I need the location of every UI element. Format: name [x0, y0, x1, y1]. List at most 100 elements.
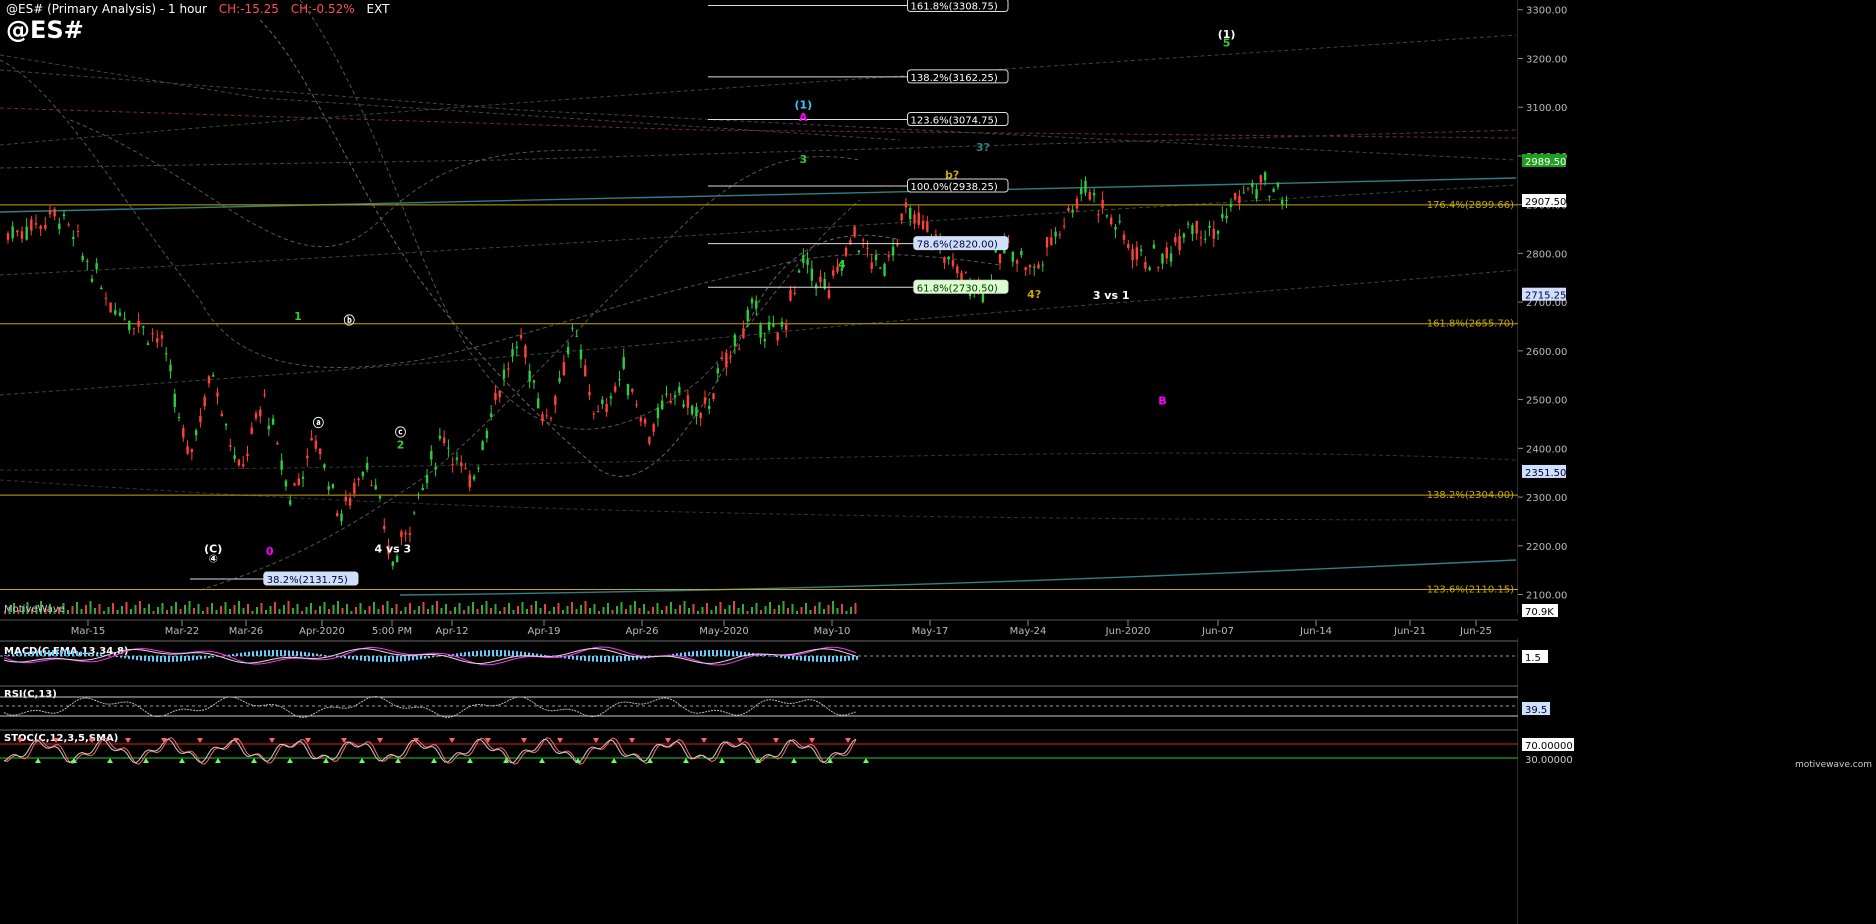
rsi-title: RSI(C,13) [4, 689, 57, 700]
volume-bar [193, 608, 195, 614]
candle-body [348, 497, 352, 506]
volume-bar [94, 608, 96, 614]
candle-body [656, 407, 660, 419]
time-tick-label: Jun-07 [1201, 626, 1234, 637]
macd-histogram-bar [436, 656, 438, 657]
volume-bar [89, 601, 92, 614]
candle-body [6, 233, 10, 240]
volume-bar [409, 603, 411, 614]
candle-body [263, 394, 266, 396]
macd-histogram-bar [720, 650, 722, 656]
macd-histogram-bar [92, 653, 94, 656]
macd-histogram-bar [388, 656, 390, 662]
volume-bar [427, 609, 429, 614]
stoc-buy-marker [683, 758, 689, 763]
volume-bar [697, 611, 699, 614]
candle-body [207, 376, 211, 384]
volume-bar [332, 605, 335, 614]
candle-body [926, 221, 929, 232]
candle-body [146, 343, 150, 345]
stoc-sell-marker [629, 738, 635, 743]
volume-bar [283, 605, 285, 614]
volume-bar [157, 607, 159, 614]
volume-bar [674, 609, 677, 614]
candle-body [1127, 244, 1130, 248]
candle-body [776, 332, 779, 341]
macd-histogram-bar [16, 653, 18, 656]
candle-body [1024, 267, 1027, 271]
candle-body [998, 253, 1002, 264]
volume-bar [571, 602, 573, 614]
candle-body [430, 451, 433, 460]
candle-body [142, 326, 145, 328]
volume-bar [841, 604, 843, 614]
candle-body [44, 224, 47, 229]
candle-body [1233, 192, 1237, 200]
macd-histogram-bar [696, 650, 698, 656]
volume-bar [422, 602, 425, 614]
stoc-sell-marker [809, 738, 815, 743]
volume-bar [827, 605, 830, 614]
macd-histogram-bar [608, 656, 610, 662]
candle-body [524, 345, 527, 358]
candle-body [199, 415, 202, 423]
macd-histogram-bar [704, 650, 706, 656]
candle-body [100, 287, 103, 290]
macd-histogram-bar [468, 651, 470, 656]
volume-bar [76, 602, 78, 614]
rsi-line [3, 695, 857, 718]
candle-body [297, 478, 300, 486]
volume-bar [467, 606, 470, 614]
wave-label-13: ⓒ [395, 425, 406, 439]
candle-body [622, 357, 625, 369]
candle-body [519, 335, 523, 339]
volume-bar [517, 606, 519, 614]
candle-body [447, 447, 450, 449]
candle-body [293, 483, 296, 486]
candle-body [451, 463, 454, 465]
volume-bar [359, 603, 362, 614]
stoc-sell-marker [197, 738, 203, 743]
candle-body [1118, 220, 1121, 222]
candle-body [1229, 203, 1233, 208]
macd-histogram-bar [412, 656, 414, 661]
time-tick-label: Mar-26 [229, 626, 264, 637]
volume-bar [287, 601, 290, 614]
price-tick-label: 2400.00 [1526, 444, 1567, 455]
chart-canvas[interactable]: $TOCKaves™ 176.4%(2899.66)161.8%(2655.70… [0, 0, 1876, 924]
price-axis[interactable]: 2100.00 2200.00 2300.00 2400.00 2500.00 2600.… [1518, 0, 1876, 924]
volume-badge-text: 70.9K [1525, 607, 1554, 618]
volume-bar [656, 603, 659, 614]
time-tick-label: Jun-2020 [1105, 626, 1151, 637]
macd-histogram-bar [260, 650, 262, 656]
wave-label-12: ⓐ [313, 415, 324, 429]
volume-bar [836, 608, 839, 614]
macd-histogram-bar [536, 653, 538, 656]
volume-bar [701, 607, 704, 614]
candle-body [1285, 199, 1288, 201]
macd-histogram-bar [76, 651, 78, 656]
candle-body [1272, 188, 1275, 192]
candle-body [118, 312, 122, 316]
candle-body [123, 318, 126, 320]
candle-body [1216, 230, 1220, 234]
macd-histogram-bar [24, 652, 26, 656]
candle-body [132, 327, 136, 329]
macd-histogram-bar [568, 656, 570, 659]
candle-body [956, 266, 959, 274]
stoc-sell-marker [665, 738, 671, 743]
price-tick-label: 2300.00 [1526, 493, 1567, 504]
macd-histogram-bar [236, 653, 238, 656]
candle-body [177, 417, 181, 419]
main-pane-bg [0, 0, 1518, 620]
candle-body [554, 396, 557, 405]
candle-body [755, 300, 758, 309]
stoc-buy-marker [539, 758, 545, 763]
candle-body [1097, 214, 1100, 216]
price-tick-label: 2200.00 [1526, 542, 1567, 553]
candle-body [86, 260, 89, 262]
macd-histogram-bar [828, 656, 830, 662]
volume-bar [665, 606, 668, 614]
candle-body [340, 513, 343, 521]
volume-bar [823, 609, 825, 614]
